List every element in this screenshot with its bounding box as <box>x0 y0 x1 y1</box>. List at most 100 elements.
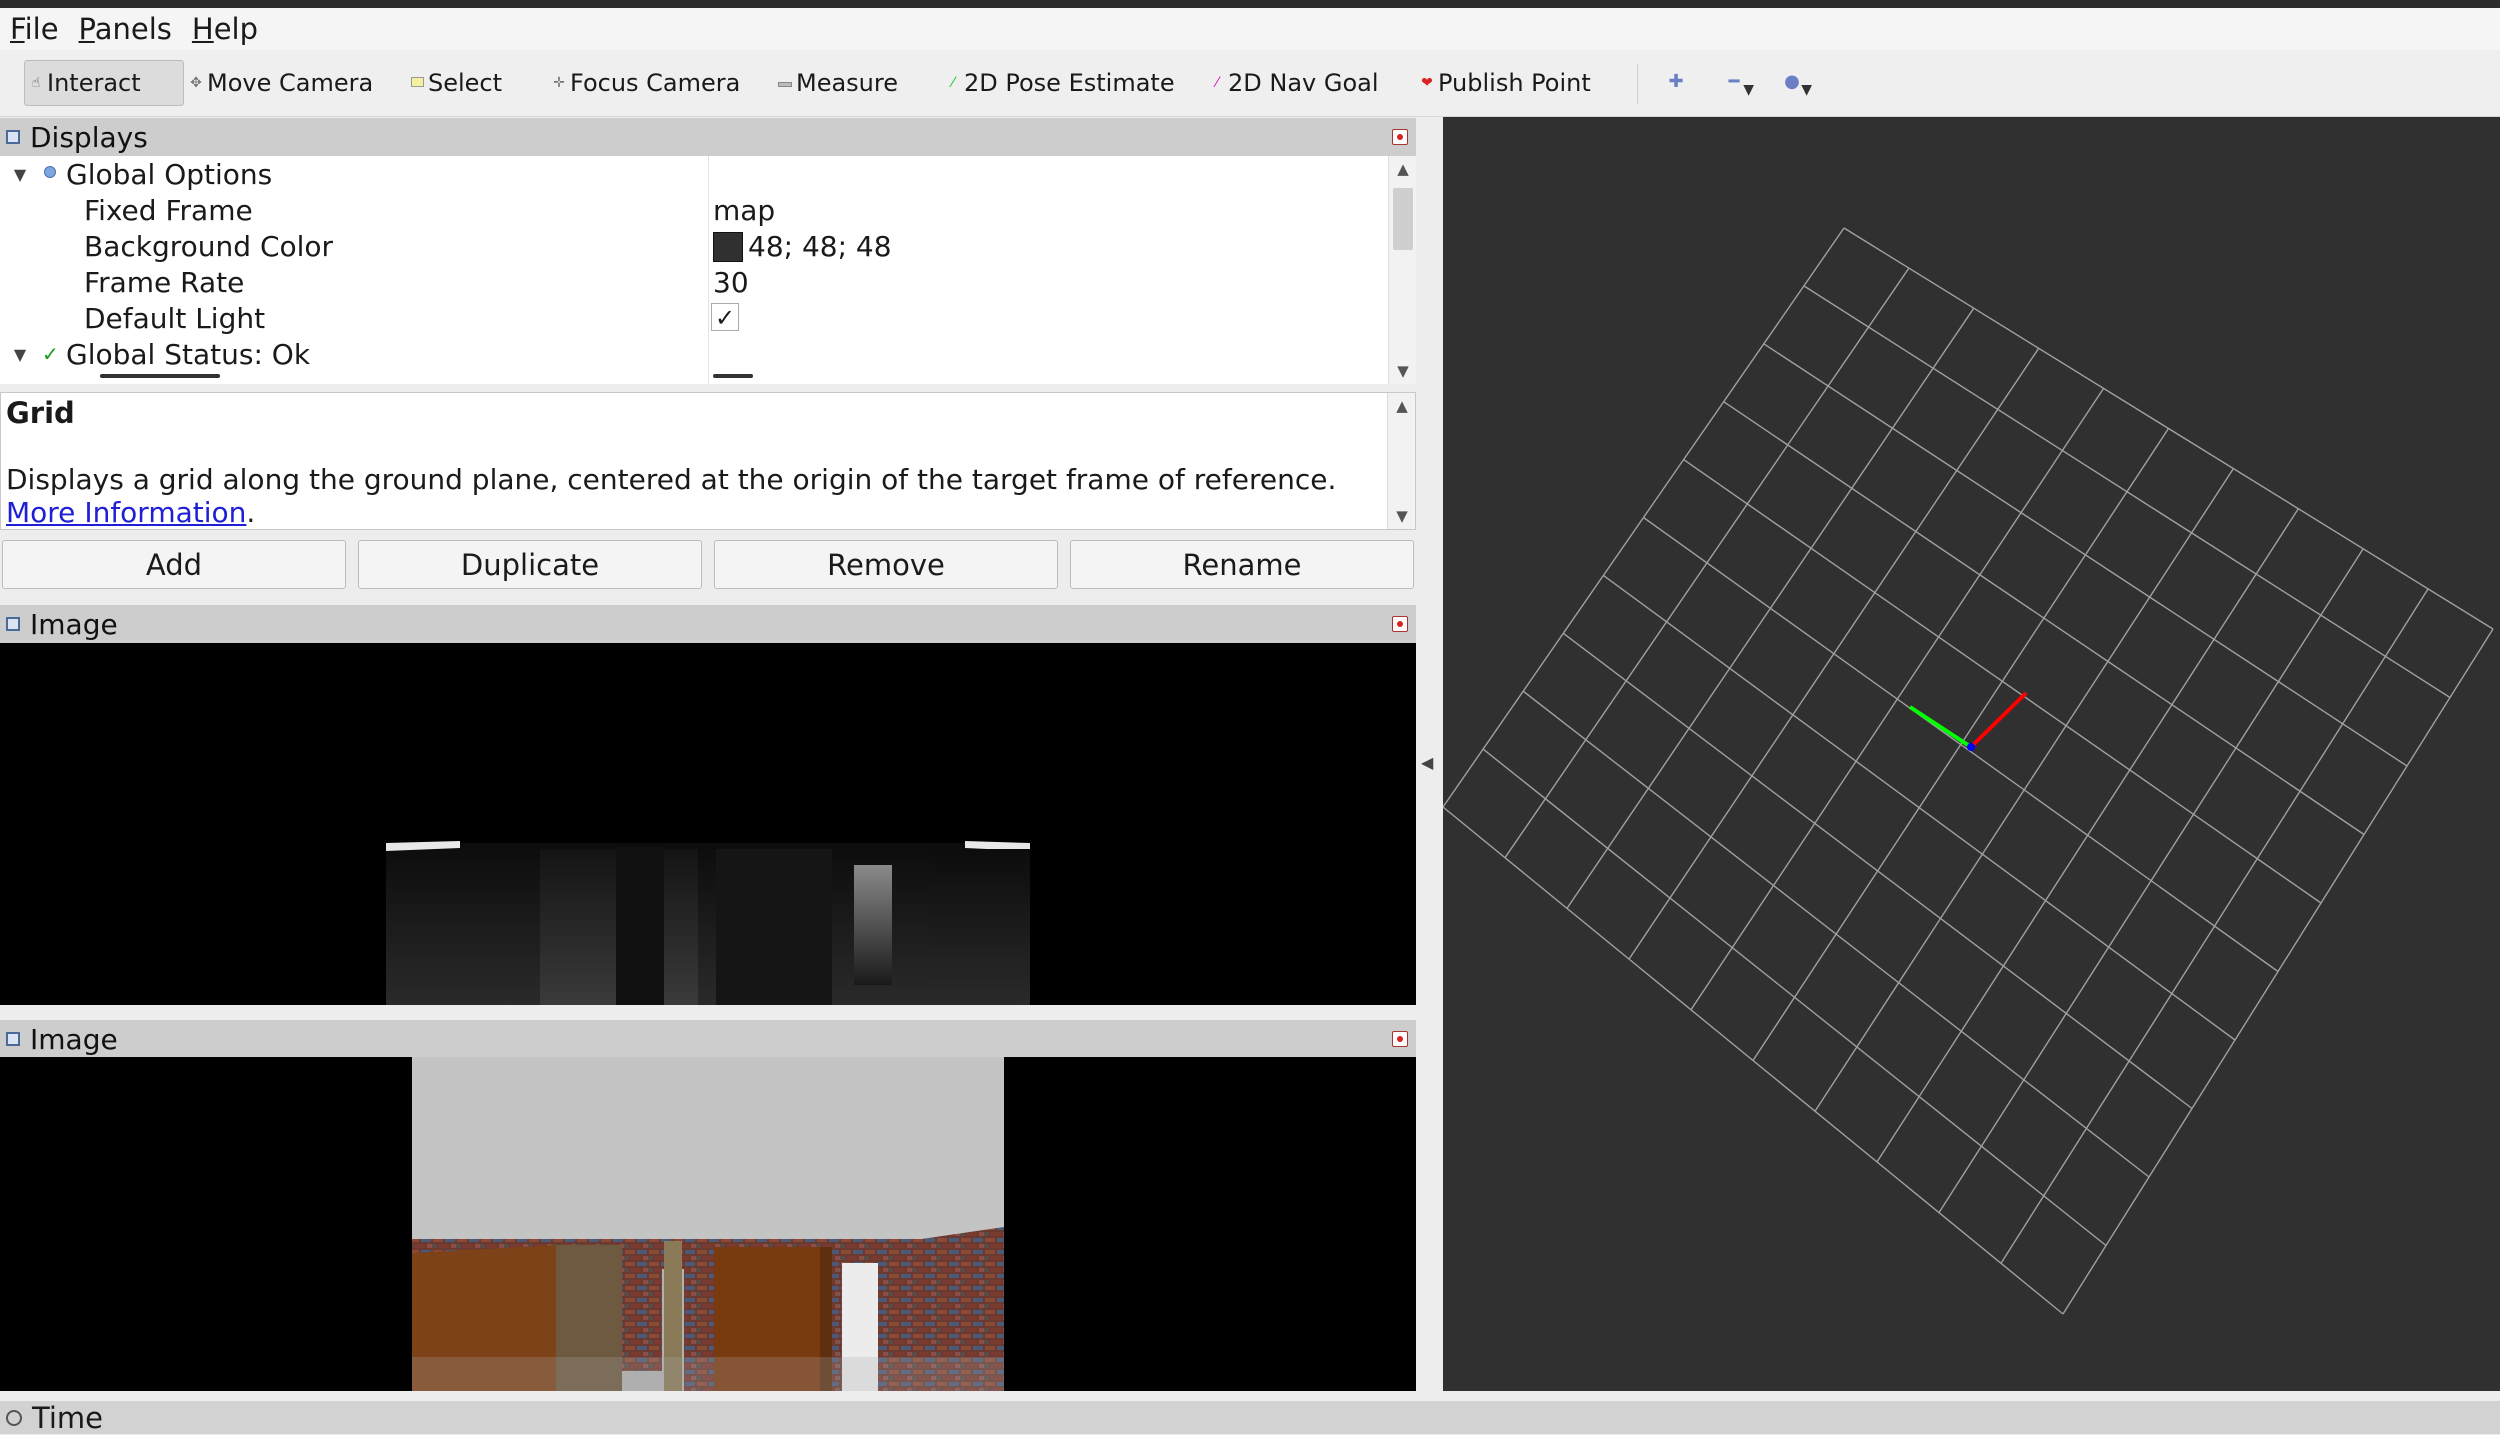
description-title: Grid <box>6 396 75 430</box>
hand-pointer-icon: ☝ <box>31 75 41 91</box>
background-color-value[interactable]: 48; 48; 48 <box>748 230 892 263</box>
scroll-down-icon[interactable]: ▼ <box>1388 503 1416 529</box>
tree-scrollbar[interactable]: ▲ ▼ <box>1388 156 1416 384</box>
globe-icon <box>44 166 56 178</box>
pin-icon: ❤ <box>1421 75 1433 91</box>
grid-line <box>1876 508 2299 1163</box>
duplicate-button[interactable]: Duplicate <box>358 540 702 589</box>
menu-file[interactable]: File <box>10 12 59 46</box>
image-panel-2-title: Image <box>30 1022 118 1056</box>
close-icon[interactable] <box>1392 129 1408 145</box>
tool-2d-pose-estimate[interactable]: ⁄ 2D Pose Estimate <box>942 60 1179 106</box>
chevron-down-icon: ▼ <box>1801 82 1812 98</box>
tree-row-default-light[interactable]: Default Light ✓ <box>0 300 1390 336</box>
panel-splitter[interactable]: ◀ <box>1416 117 1443 1391</box>
tree-row-global-options[interactable]: ▼ Global Options <box>0 156 1390 192</box>
tool-2d-nav-goal[interactable]: ⁄ 2D Nav Goal <box>1206 60 1383 106</box>
toolbar-separator <box>1637 64 1638 104</box>
grid-line <box>1814 468 2234 1112</box>
expand-arrow-icon[interactable]: ▼ <box>12 165 28 184</box>
grid-line <box>1522 690 2150 1178</box>
camera-image <box>412 1057 1004 1391</box>
axis-x <box>1969 691 2028 749</box>
scroll-thumb[interactable] <box>1393 188 1413 250</box>
pink-arrow-icon: ⁄ <box>1215 75 1219 91</box>
chevron-down-icon: ▼ <box>1743 82 1754 98</box>
close-icon[interactable] <box>1392 616 1408 632</box>
tool-measure[interactable]: Measure <box>774 60 902 106</box>
scroll-up-icon[interactable]: ▲ <box>1389 156 1417 182</box>
chevron-left-icon[interactable]: ◀ <box>1421 753 1433 772</box>
displays-panel-header: Displays <box>0 118 1416 156</box>
monitor-icon <box>6 130 20 144</box>
camera-image-view <box>0 1057 1416 1391</box>
move-arrows-icon: ✥ <box>190 75 202 91</box>
grid-line <box>1482 748 2107 1247</box>
image-panel-1-title: Image <box>30 607 118 641</box>
focus-target-icon: ✛ <box>553 75 565 91</box>
default-light-checkbox[interactable]: ✓ <box>711 303 739 332</box>
tree-row-fixed-frame[interactable]: Fixed Frame map <box>0 192 1390 228</box>
window-top-border <box>0 0 2500 8</box>
clipped-row-fragment <box>713 374 753 378</box>
add-button[interactable]: Add <box>2 540 346 589</box>
view-options-button[interactable]: ● ▼ <box>1770 64 1814 108</box>
grid-line <box>2062 628 2494 1315</box>
expand-arrow-icon[interactable]: ▼ <box>12 345 28 364</box>
tree-row-background-color[interactable]: Background Color 48; 48; 48 <box>0 228 1390 264</box>
tool-select[interactable]: Select <box>406 60 506 106</box>
image-panel-2-header: Image <box>0 1020 1416 1058</box>
tool-focus-camera[interactable]: ✛ Focus Camera <box>548 60 744 106</box>
time-panel-header: Time <box>0 1400 2500 1435</box>
description-body: Displays a grid along the ground plane, … <box>6 463 1337 529</box>
clipped-row-fragment <box>100 374 220 378</box>
minus-icon: ━ <box>1728 71 1740 92</box>
tool-interact[interactable]: ☝ Interact <box>24 60 184 106</box>
color-swatch[interactable] <box>713 232 743 262</box>
green-arrow-icon: ⁄ <box>951 75 955 91</box>
axis-z <box>1967 743 1975 751</box>
depth-image <box>386 841 1030 1005</box>
depth-image-view <box>0 643 1416 1005</box>
menu-panels[interactable]: Panels <box>79 12 172 46</box>
image-panel-1-header: Image <box>0 605 1416 643</box>
eye-icon: ● <box>1784 71 1800 92</box>
tool-publish-point[interactable]: ❤ Publish Point <box>1416 60 1595 106</box>
grid-line <box>1562 632 2193 1110</box>
axis-y <box>1908 705 1973 749</box>
close-icon[interactable] <box>1392 1031 1408 1047</box>
scroll-down-icon[interactable]: ▼ <box>1389 358 1417 384</box>
remove-tool-button[interactable]: ━ ▼ <box>1712 64 1756 108</box>
grid-line <box>1643 516 2279 973</box>
more-information-link[interactable]: More Information <box>6 496 246 529</box>
remove-button[interactable]: Remove <box>714 540 1058 589</box>
add-tool-button[interactable]: ✚ <box>1654 64 1698 108</box>
tool-move-camera[interactable]: ✥ Move Camera <box>185 60 377 106</box>
tree-column-separator <box>708 156 709 384</box>
grid-line <box>1938 548 2364 1213</box>
grid-line <box>1443 806 2064 1315</box>
tree-row-global-status[interactable]: ▼ ✓ Global Status: Ok <box>0 336 1390 372</box>
image-icon <box>6 617 20 631</box>
grid-display <box>1443 227 2494 1315</box>
description-scrollbar[interactable]: ▲ ▼ <box>1387 393 1415 529</box>
time-panel-title: Time <box>32 1400 103 1435</box>
grid-line <box>1602 574 2236 1041</box>
frame-rate-value[interactable]: 30 <box>713 266 749 299</box>
rename-button[interactable]: Rename <box>1070 540 1414 589</box>
select-rect-icon <box>410 76 424 90</box>
grid-line <box>2000 588 2429 1264</box>
menu-bar: File Panels Help <box>0 8 2500 50</box>
scroll-up-icon[interactable]: ▲ <box>1388 393 1416 419</box>
check-icon: ✓ <box>42 342 59 366</box>
render-view[interactable] <box>1443 117 2500 1391</box>
clock-icon <box>6 1409 22 1426</box>
display-description: Grid Displays a grid along the ground pl… <box>0 392 1416 530</box>
menu-help[interactable]: Help <box>192 12 258 46</box>
plus-icon: ✚ <box>1668 71 1684 92</box>
tool-bar: ☝ Interact ✥ Move Camera Select ✛ Focus Cam… <box>0 50 2500 117</box>
ruler-icon <box>778 76 792 90</box>
displays-panel-title: Displays <box>30 120 148 154</box>
tree-row-frame-rate[interactable]: Frame Rate 30 <box>0 264 1390 300</box>
fixed-frame-value[interactable]: map <box>713 194 775 227</box>
